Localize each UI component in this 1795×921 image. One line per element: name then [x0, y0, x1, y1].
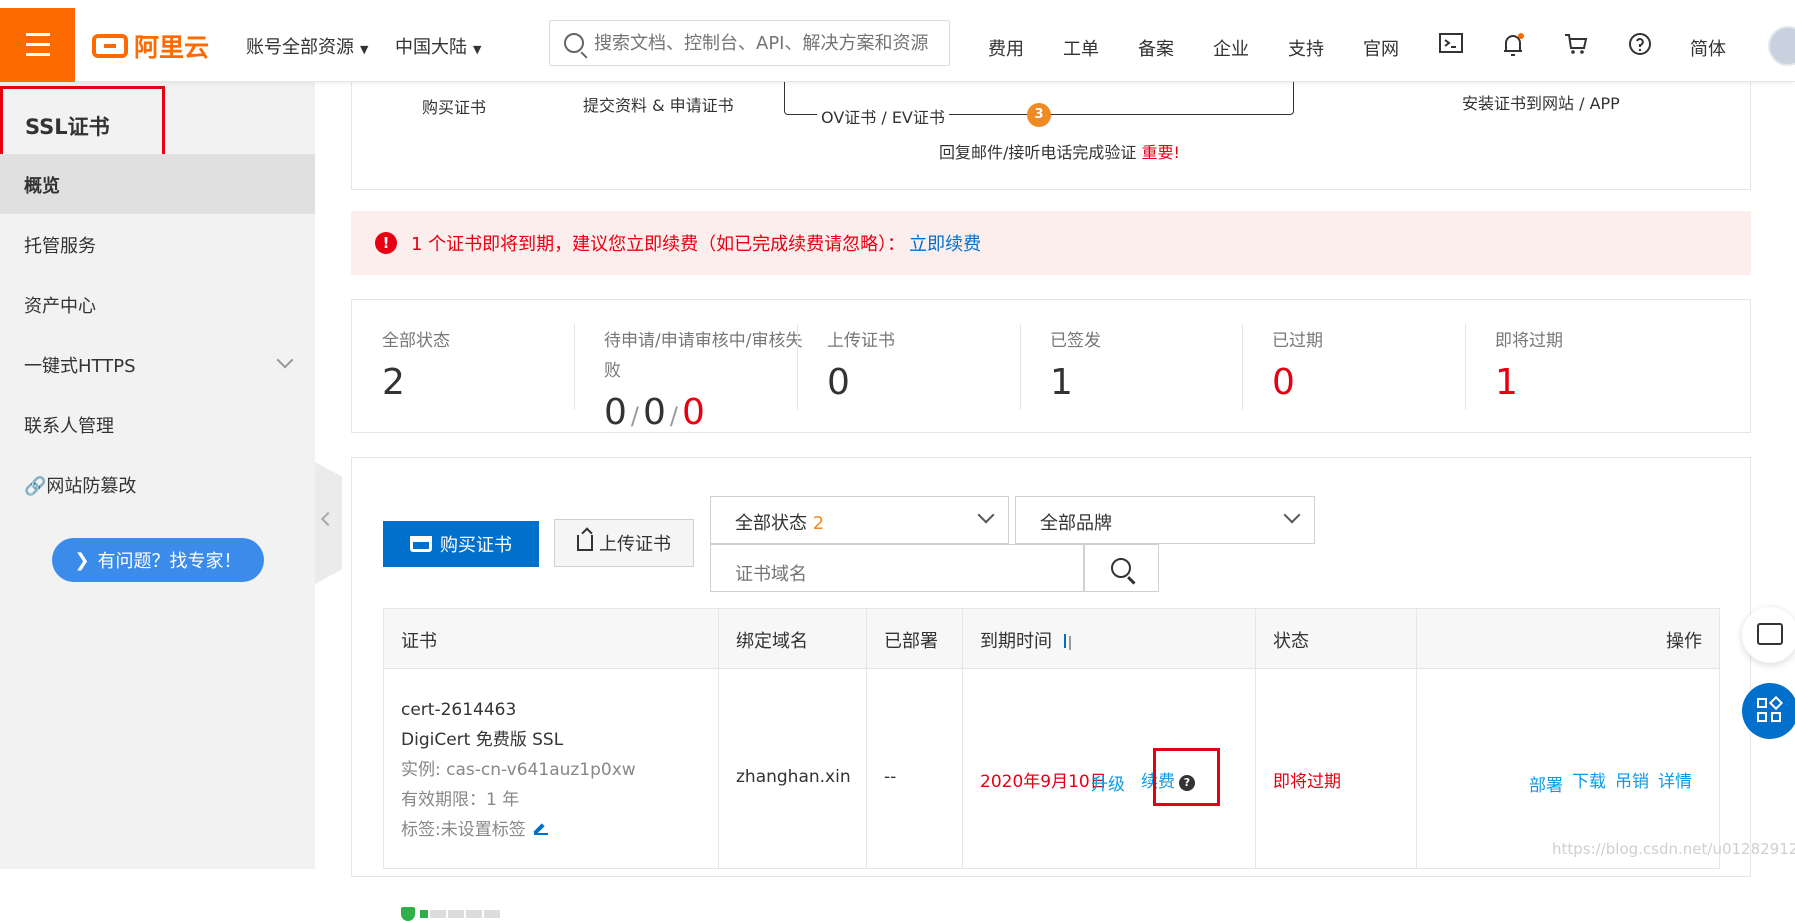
chevron-down-icon: [977, 506, 995, 524]
col-deployed: 已部署: [867, 609, 963, 669]
renew-highlight-box: [1153, 748, 1220, 806]
language-switch[interactable]: 简体: [1690, 35, 1726, 61]
revoke-link[interactable]: 吊销: [1615, 767, 1649, 792]
table-row: cert-2614463 DigiCert 免费版 SSL 实例: cas-cn…: [384, 669, 719, 921]
col-certificate: 证书: [384, 609, 719, 669]
chat-icon: [1757, 623, 1783, 645]
flow-step-install: 安装证书到网站 / APP: [1462, 94, 1620, 113]
top-link-tickets[interactable]: 工单: [1063, 35, 1099, 61]
search-icon: [564, 33, 584, 53]
help-icon[interactable]: [1627, 32, 1653, 58]
account-resources-dropdown[interactable]: 账号全部资源 ▼: [246, 33, 368, 59]
flow-step-submit: 提交资料 & 申请证书: [583, 96, 734, 115]
upload-icon: [577, 535, 593, 551]
chevron-left-icon: [320, 511, 336, 527]
upload-certificate-button[interactable]: 上传证书: [554, 519, 694, 567]
chevron-down-icon: [1283, 506, 1301, 524]
upgrade-link[interactable]: 升级: [1091, 770, 1125, 795]
buy-certificate-button[interactable]: 购买证书: [383, 521, 539, 567]
sidebar-item-anti-tamper[interactable]: 🔗网站防篡改: [0, 454, 315, 514]
terminal-icon[interactable]: [1438, 32, 1464, 58]
stat-issued[interactable]: 已签发 1: [1020, 300, 1242, 434]
top-link-icp[interactable]: 备案: [1138, 35, 1174, 61]
cert-id: cert-2614463: [401, 700, 517, 720]
cert-expire-date: 2020年9月10日: [980, 772, 1107, 792]
cert-tags: 标签:未设置标签: [401, 815, 636, 845]
global-search-input[interactable]: [594, 32, 944, 54]
deploy-link[interactable]: 部署: [1529, 771, 1563, 796]
col-actions: 操作: [1666, 631, 1702, 652]
progress-bar: [401, 907, 500, 921]
top-link-fees[interactable]: 费用: [988, 35, 1024, 61]
cert-name: DigiCert 免费版 SSL: [401, 730, 564, 750]
watermark: https://blog.csdn.net/u012829124: [1552, 840, 1795, 858]
aliyun-logo[interactable]: 阿里云: [92, 30, 220, 62]
sort-icon[interactable]: [1062, 634, 1074, 650]
grid-icon: [1757, 698, 1767, 708]
top-bar: 阿里云 账号全部资源▼ 中国大陆▼ 费用 工单 备案 企业 支持 官网 简体: [0, 0, 1795, 82]
hamburger-menu-button[interactable]: [0, 8, 75, 82]
stat-expired[interactable]: 已过期 0: [1242, 300, 1465, 434]
status-badge: 即将过期: [1273, 772, 1341, 792]
cert-deployed: --: [884, 767, 897, 787]
ask-expert-button[interactable]: ❯ 有问题？找专家！: [52, 538, 264, 582]
warning-icon: !: [375, 232, 397, 254]
sidebar: SSL证书 概览 托管服务 资产中心 一键式HTTPS 联系人管理 🔗网站防篡改…: [0, 82, 315, 869]
caret-down-icon: ▼: [360, 43, 369, 56]
stat-all[interactable]: 全部状态 2: [352, 300, 574, 434]
chat-bubble-icon: ❯: [74, 549, 90, 571]
domain-search-button[interactable]: [1084, 544, 1159, 592]
flow-ov-ev: OV证书 / EV证书: [817, 104, 949, 128]
link-icon: 🔗: [24, 476, 47, 497]
chat-float-button[interactable]: [1742, 607, 1795, 663]
flow-step-buy: 购买证书: [422, 98, 487, 117]
col-status: 状态: [1256, 609, 1417, 669]
region-dropdown[interactable]: 中国大陆 ▼: [395, 33, 481, 59]
renew-now-link[interactable]: 立即续费: [909, 230, 981, 256]
expiry-alert: ! 1 个证书即将到期，建议您立即续费（如已完成续费请忽略）： 立即续费: [351, 211, 1751, 275]
chevron-down-icon: [276, 351, 294, 369]
cert-domain: zhanghan.xin: [736, 767, 851, 787]
domain-search-input[interactable]: [710, 544, 1084, 592]
global-search[interactable]: [549, 20, 950, 66]
shield-icon: [401, 907, 415, 921]
cart-icon[interactable]: [1563, 32, 1589, 58]
flow-verify-text: 回复邮件/接听电话完成验证 重要!: [939, 143, 1180, 162]
cert-instance: 实例: cas-cn-v641auz1p0xw: [401, 760, 636, 780]
stat-pending[interactable]: 待申请/申请审核中/审核失败 0/0/0: [574, 300, 802, 434]
sidebar-title: SSL证书: [0, 86, 165, 158]
aliyun-logo-icon: [92, 34, 128, 58]
sidebar-item-asset-center[interactable]: 资产中心: [0, 274, 315, 334]
hamburger-icon: [26, 33, 50, 36]
sidebar-item-managed-service[interactable]: 托管服务: [0, 214, 315, 274]
alert-text: 1 个证书即将到期，建议您立即续费（如已完成续费请忽略）：: [411, 234, 906, 255]
sidebar-item-overview[interactable]: 概览: [0, 154, 315, 214]
cert-validity: 有效期限：1 年: [401, 790, 520, 810]
flow-step-number: 3: [1027, 103, 1051, 127]
cart-icon: [410, 536, 432, 552]
download-link[interactable]: 下载: [1572, 767, 1606, 792]
brand-filter-select[interactable]: 全部品牌: [1015, 496, 1315, 544]
apps-float-button[interactable]: [1742, 683, 1795, 739]
stats-panel: 全部状态 2 待申请/申请审核中/审核失败 0/0/0 上传证书 0 已签发 1…: [351, 299, 1751, 433]
details-link[interactable]: 详情: [1658, 767, 1692, 792]
top-link-enterprise[interactable]: 企业: [1213, 35, 1249, 61]
edit-icon[interactable]: [533, 821, 548, 835]
top-link-official[interactable]: 官网: [1363, 35, 1399, 61]
bell-icon[interactable]: [1500, 32, 1526, 58]
sidebar-collapse-toggle[interactable]: [315, 462, 342, 584]
table-header: 证书 绑定域名 已部署 到期时间 状态 操作: [384, 609, 1719, 669]
col-domain: 绑定域名: [719, 609, 867, 669]
certificate-table: 证书 绑定域名 已部署 到期时间 状态 操作 cert-2614463 Digi…: [383, 608, 1720, 921]
sidebar-item-one-click-https[interactable]: 一键式HTTPS: [0, 334, 315, 394]
col-expire-date[interactable]: 到期时间: [963, 609, 1256, 669]
search-icon: [1111, 558, 1131, 578]
stat-uploaded[interactable]: 上传证书 0: [797, 300, 1020, 434]
stat-expiring[interactable]: 即将过期 1: [1465, 300, 1688, 434]
top-link-support[interactable]: 支持: [1288, 35, 1324, 61]
caret-down-icon: ▼: [473, 43, 482, 56]
sidebar-item-contacts[interactable]: 联系人管理: [0, 394, 315, 454]
avatar[interactable]: [1768, 26, 1795, 66]
status-filter-select[interactable]: 全部状态 2: [710, 496, 1009, 544]
